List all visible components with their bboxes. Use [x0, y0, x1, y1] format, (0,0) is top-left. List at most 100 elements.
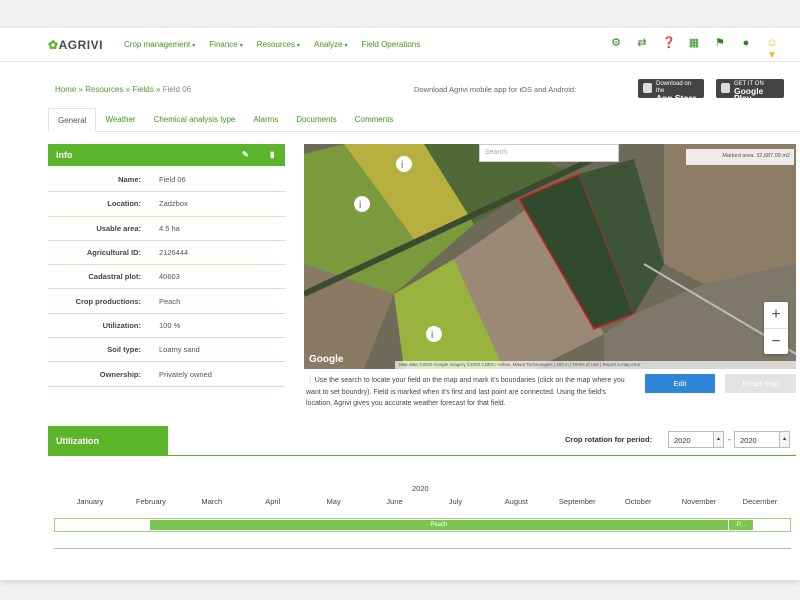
utilization-header: Utilization — [48, 426, 168, 455]
bell-icon[interactable]: ⚑ — [714, 37, 726, 49]
marker-icon — [426, 326, 442, 342]
chevron-down-icon: ▲ — [779, 432, 789, 447]
info-row-label: Cadastral plot: — [88, 272, 141, 282]
month-label: November — [681, 497, 717, 506]
map-zoom-control: + − — [764, 302, 788, 354]
app-window: ✿AGRIVI Crop management ▾ Finance ▾ Resour… — [0, 28, 800, 580]
menu-field-operations[interactable]: Field Operations — [362, 40, 421, 49]
info-icon: ❕ — [306, 377, 315, 384]
month-label: December — [742, 497, 778, 506]
info-row-label: Location: — [107, 199, 141, 209]
caret-down-icon: ▾ — [297, 43, 301, 49]
marked-area-label: Marked area: 32,687.09 m2 — [686, 149, 794, 165]
gear-icon[interactable]: ⚙ — [610, 37, 622, 49]
timeline-divider — [54, 548, 791, 549]
tab-chemical-analysis[interactable]: Chemical analysis type — [145, 108, 245, 132]
menu-finance[interactable]: Finance ▾ — [209, 40, 242, 49]
download-app-text: Download Agrivi mobile app for iOS and A… — [414, 85, 577, 94]
info-row: Ownership: Privately owned — [48, 362, 285, 387]
month-label: February — [135, 497, 166, 506]
google-logo: Google — [309, 354, 344, 365]
calendar-icon[interactable]: ▦ — [688, 37, 700, 49]
info-row: Agricultural ID: 2126444 — [48, 241, 285, 266]
info-table: Name: Field 06 Location: Zadzbox Usable area… — [48, 168, 285, 387]
tab-comments[interactable]: Comments — [346, 108, 403, 132]
transfer-icon[interactable]: ⇄ — [636, 37, 648, 49]
leaf-icon: ✿ — [48, 38, 59, 52]
month-label: August — [504, 497, 529, 506]
crop-rotation-label: Crop rotation for period: — [565, 435, 653, 444]
info-row-value: Zadzbox — [159, 199, 188, 209]
svg-text:i: i — [401, 160, 403, 171]
chat-icon[interactable]: ● — [740, 37, 752, 49]
chevron-down-icon: ▲ — [713, 432, 723, 447]
info-row: Usable area: 4.5 ha — [48, 217, 285, 241]
caret-down-icon: ▾ — [192, 43, 196, 49]
info-row-label: Soil type: — [107, 345, 141, 355]
pencil-icon[interactable]: ✎ — [242, 150, 249, 159]
info-row-value: Loamy sand — [159, 345, 200, 355]
reset-map-button[interactable]: Reset map — [725, 374, 796, 393]
trash-icon[interactable]: ▮ — [270, 150, 274, 159]
period-to-select[interactable]: 2020 ▲ — [734, 431, 790, 448]
info-title: Info — [56, 150, 73, 160]
info-row-value: Privately owned — [159, 369, 212, 379]
map-attribution: Map data ©2020 Google Imagery ©2020 CNES… — [395, 361, 796, 369]
tab-documents[interactable]: Documents — [287, 108, 345, 132]
month-label: May — [326, 497, 341, 506]
marker-icon — [354, 196, 370, 212]
utilization-divider — [48, 455, 796, 456]
google-play-button[interactable]: GET IT ON Google Play — [716, 79, 784, 102]
app-store-button[interactable]: Download on the App Store — [638, 79, 704, 102]
info-panel-header: Info ✎ ▮ — [48, 144, 285, 166]
edit-button[interactable]: Edit — [645, 374, 715, 393]
zoom-out-button[interactable]: − — [764, 328, 788, 354]
info-row: Name: Field 06 — [48, 168, 285, 193]
info-row: Location: Zadzbox — [48, 192, 285, 217]
tab-weather[interactable]: Weather — [96, 108, 144, 132]
breadcrumb: Home » Resources » Fields » Field 06 — [55, 85, 192, 94]
info-row-label: Agricultural ID: — [86, 248, 141, 258]
menu-analyze[interactable]: Analyze ▾ — [314, 40, 347, 49]
map-search-input[interactable]: Search — [479, 144, 619, 162]
menu-crop-management[interactable]: Crop management ▾ — [124, 40, 195, 49]
field-tabs: General Weather Chemical analysis type A… — [48, 108, 800, 132]
info-row-label: Ownership: — [99, 369, 141, 379]
marker-icon — [396, 156, 412, 172]
caret-down-icon: ▾ — [344, 43, 348, 49]
info-row: Utilization: 100 % — [48, 314, 285, 339]
crop-bar[interactable]: Peach — [149, 520, 728, 530]
caret-down-icon: ▾ — [239, 43, 243, 49]
help-icon[interactable]: ❓ — [662, 37, 676, 49]
period-from-select[interactable]: 2020 ▲ — [668, 431, 724, 448]
breadcrumb-home[interactable]: Home — [55, 85, 76, 94]
map-imagery: i i i — [304, 144, 796, 369]
info-row-value: Field 06 — [159, 175, 186, 185]
month-label: March — [201, 497, 223, 506]
menu-resources[interactable]: Resources ▾ — [257, 40, 300, 49]
info-row-value: 2126444 — [159, 248, 189, 258]
info-row-label: Utilization: — [102, 320, 141, 330]
month-label: April — [265, 497, 281, 506]
info-row: Crop productions: Peach — [48, 289, 285, 314]
breadcrumb-fields[interactable]: Fields — [132, 85, 153, 94]
info-row-value: 100 % — [159, 320, 181, 330]
month-label: January — [76, 497, 104, 506]
tab-alarms[interactable]: Alarms — [244, 108, 287, 132]
info-row-label: Usable area: — [96, 223, 141, 233]
agrivi-logo[interactable]: ✿AGRIVI — [48, 38, 103, 52]
breadcrumb-resources[interactable]: Resources — [85, 85, 123, 94]
satellite-map[interactable]: i i i — [304, 144, 796, 369]
user-icon[interactable]: ☺▾ — [766, 37, 778, 61]
month-label: October — [624, 497, 652, 506]
info-row-value: 40603 — [159, 272, 180, 282]
month-label: June — [386, 497, 403, 506]
play-icon — [721, 83, 730, 93]
crop-bar[interactable]: P... — [728, 520, 754, 530]
info-row: Soil type: Loamy sand — [48, 338, 285, 363]
zoom-in-button[interactable]: + — [764, 302, 788, 328]
tab-general[interactable]: General — [48, 108, 97, 132]
info-row-value: Peach — [159, 296, 181, 306]
info-row-label: Crop productions: — [75, 296, 141, 306]
month-label: July — [448, 497, 463, 506]
